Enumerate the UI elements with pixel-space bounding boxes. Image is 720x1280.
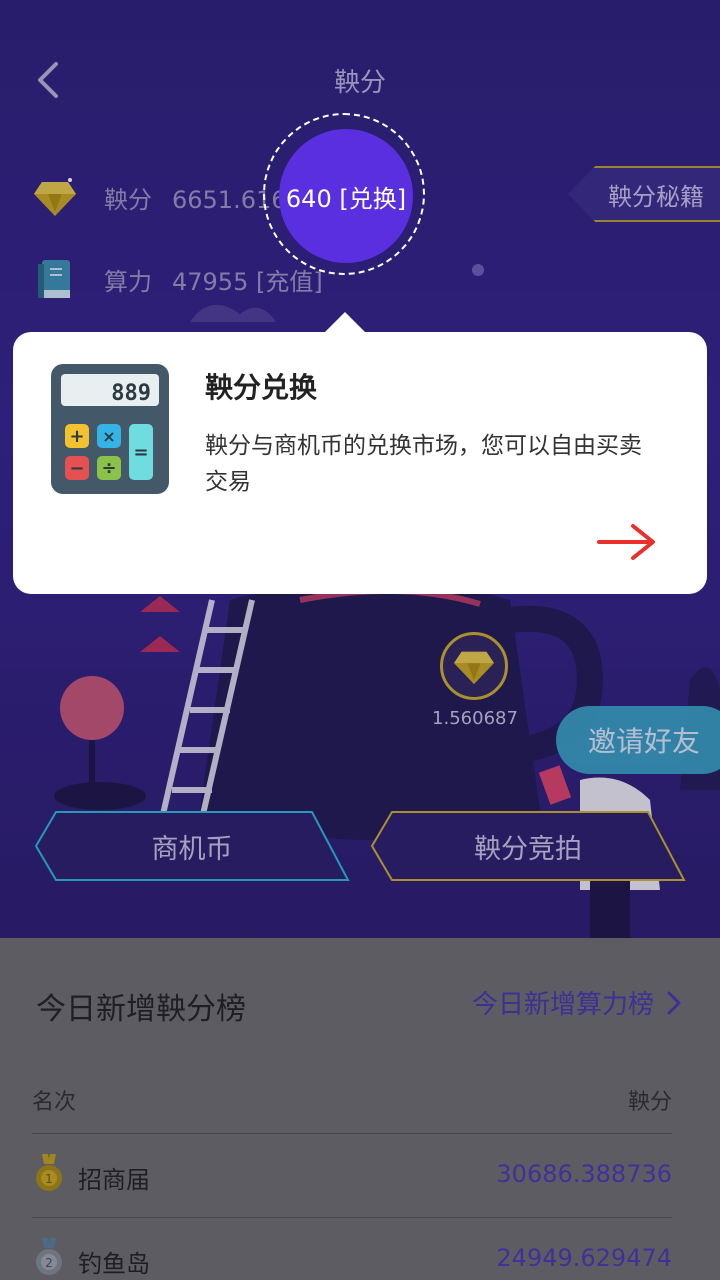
svg-text:1: 1 — [45, 1172, 53, 1186]
column-header-score: 鞅分 — [627, 1090, 672, 1115]
tooltip-title: 鞅分兑换 — [205, 371, 318, 404]
svg-text:÷: ÷ — [101, 458, 116, 479]
calculator-icon: 889 + × − ÷ = — [51, 364, 169, 494]
calculator-display: 889 — [111, 381, 151, 406]
row-name: 招商届 — [78, 1166, 150, 1194]
svg-text:×: × — [102, 427, 115, 446]
power-ranking-link[interactable]: 今日新增算力榜 — [472, 984, 684, 1021]
tooltip-arrow — [323, 312, 367, 334]
divider — [32, 1133, 672, 1134]
row-value: 30686.388736 — [496, 1160, 672, 1188]
tooltip-description: 鞅分与商机币的兑换市场，您可以自由买卖交易 — [205, 433, 642, 495]
column-header-rank: 名次 — [32, 1090, 77, 1115]
next-arrow-icon[interactable] — [595, 520, 659, 564]
gold-medal-icon: 1 — [36, 1154, 62, 1191]
power-ranking-label: 今日新增算力榜 — [471, 990, 654, 1020]
divider — [32, 1217, 672, 1218]
svg-text:2: 2 — [45, 1256, 53, 1270]
guide-tooltip: 889 + × − ÷ = 鞅分兑换 鞅分与商机币的兑换市场，您可以自由买卖交易 — [13, 332, 707, 594]
exchange-highlight-button[interactable]: 640 [兑换] — [279, 129, 413, 263]
ranking-title: 今日新增鞅分榜 — [36, 992, 246, 1027]
chevron-right-icon — [667, 991, 681, 1014]
svg-text:−: − — [69, 458, 84, 479]
svg-text:+: + — [69, 426, 84, 447]
row-value: 24949.629474 — [496, 1244, 672, 1272]
row-name: 钓鱼岛 — [78, 1250, 150, 1278]
svg-text:=: = — [133, 442, 148, 463]
silver-medal-icon: 2 — [36, 1238, 62, 1275]
